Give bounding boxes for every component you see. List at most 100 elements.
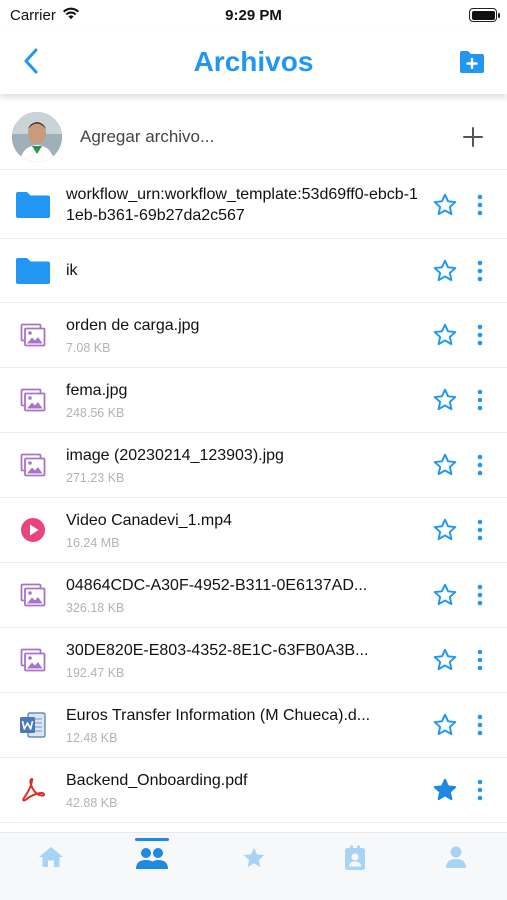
favorite-button[interactable]: [427, 187, 463, 223]
file-size: 7.08 KB: [66, 341, 111, 355]
file-size: 42.88 KB: [66, 796, 118, 810]
list-item[interactable]: Euros Transfer Information (M Chueca).d.…: [0, 693, 507, 758]
favorite-button[interactable]: [427, 382, 463, 418]
list-item[interactable]: 30DE820E-E803-4352-8E1C-63FB0A3B... 192.…: [0, 628, 507, 693]
favorite-button[interactable]: [427, 253, 463, 289]
battery-icon: [469, 8, 500, 22]
more-options-button[interactable]: [465, 382, 495, 418]
image-file-icon: [8, 583, 58, 607]
chevron-left-icon: [24, 48, 38, 74]
folder-icon: [8, 257, 58, 285]
image-file-icon: [8, 453, 58, 477]
wifi-icon: [62, 6, 80, 24]
folder-plus-icon: [460, 51, 484, 73]
file-text: Backend_Onboarding.pdf 42.88 KB: [66, 770, 421, 810]
more-vertical-icon: [477, 779, 483, 801]
more-vertical-icon: [477, 454, 483, 476]
file-text: Euros Transfer Information (M Chueca).d.…: [66, 705, 421, 745]
file-name: orden de carga.jpg: [66, 317, 200, 334]
more-vertical-icon: [477, 519, 483, 541]
more-options-button[interactable]: [465, 772, 495, 808]
add-file-button[interactable]: [453, 117, 493, 157]
star-outline-icon: [433, 388, 457, 411]
more-vertical-icon: [477, 714, 483, 736]
tab-profile[interactable]: [406, 833, 507, 900]
more-options-button[interactable]: [465, 512, 495, 548]
file-name: image (20230214_123903).jpg: [66, 447, 284, 464]
file-text: 04864CDC-A30F-4952-B311-0E6137AD... 326.…: [66, 575, 421, 615]
file-name: fema.jpg: [66, 382, 128, 399]
tab-favorites[interactable]: [203, 833, 304, 900]
file-text: Video Canadevi_1.mp4 16.24 MB: [66, 510, 421, 550]
list-item[interactable]: ik: [0, 239, 507, 303]
more-options-button[interactable]: [465, 707, 495, 743]
more-options-button[interactable]: [465, 447, 495, 483]
add-file-row[interactable]: Agregar archivo...: [0, 104, 507, 170]
list-item[interactable]: image (20230214_123903).jpg 271.23 KB: [0, 433, 507, 498]
star-outline-icon: [433, 453, 457, 476]
more-options-button[interactable]: [465, 317, 495, 353]
list-item[interactable]: orden de carga.jpg 7.08 KB: [0, 303, 507, 368]
home-icon: [38, 847, 63, 867]
star-outline-icon: [433, 648, 457, 671]
tab-home[interactable]: [0, 833, 101, 900]
more-options-button[interactable]: [465, 642, 495, 678]
list-item[interactable]: 04864CDC-A30F-4952-B311-0E6137AD... 326.…: [0, 563, 507, 628]
list-item[interactable]: workflow_urn:workflow_template:53d69ff0-…: [0, 171, 507, 239]
star-outline-icon: [433, 583, 457, 606]
file-text: 30DE820E-E803-4352-8E1C-63FB0A3B... 192.…: [66, 640, 421, 680]
tab-shared[interactable]: [101, 833, 202, 900]
word-file-icon: [8, 711, 58, 739]
video-file-icon: [8, 517, 58, 543]
more-vertical-icon: [477, 649, 483, 671]
more-options-button[interactable]: [465, 253, 495, 289]
list-item[interactable]: fema.jpg 248.56 KB: [0, 368, 507, 433]
favorite-button[interactable]: [427, 447, 463, 483]
add-file-label: Agregar archivo...: [80, 126, 215, 146]
more-vertical-icon: [477, 389, 483, 411]
star-outline-icon: [433, 518, 457, 541]
page-title: Archivos: [193, 46, 314, 77]
file-text: image (20230214_123903).jpg 271.23 KB: [66, 445, 421, 485]
more-options-button[interactable]: [465, 577, 495, 613]
more-vertical-icon: [477, 260, 483, 281]
image-file-icon: [8, 388, 58, 412]
pdf-file-icon: [8, 777, 58, 803]
favorite-button[interactable]: [427, 772, 463, 808]
file-size: 12.48 KB: [66, 731, 118, 745]
star-outline-icon: [433, 713, 457, 736]
list-item[interactable]: Video Canadevi_1.mp4 16.24 MB: [0, 498, 507, 563]
people-icon: [136, 848, 169, 869]
file-size: 16.24 MB: [66, 536, 120, 550]
favorite-button[interactable]: [427, 642, 463, 678]
person-icon: [446, 846, 467, 868]
carrier-label: Carrier: [10, 6, 56, 24]
file-text: ik: [66, 260, 421, 281]
file-size: 271.23 KB: [66, 471, 125, 485]
more-vertical-icon: [477, 584, 483, 606]
more-options-button[interactable]: [465, 187, 495, 223]
file-name: 04864CDC-A30F-4952-B311-0E6137AD...: [66, 577, 368, 594]
more-vertical-icon: [477, 324, 483, 346]
avatar: [12, 111, 62, 162]
star-outline-icon: [433, 323, 457, 346]
tab-contacts[interactable]: [304, 833, 405, 900]
new-folder-button[interactable]: [457, 47, 487, 77]
file-list: workflow_urn:workflow_template:53d69ff0-…: [0, 171, 507, 823]
file-name: Euros Transfer Information (M Chueca).d.…: [66, 707, 371, 724]
star-filled-icon: [433, 778, 457, 801]
status-left: Carrier: [10, 6, 80, 24]
file-name: 30DE820E-E803-4352-8E1C-63FB0A3B...: [66, 642, 369, 659]
favorite-button[interactable]: [427, 512, 463, 548]
folder-icon: [8, 191, 58, 219]
favorite-button[interactable]: [427, 707, 463, 743]
favorite-button[interactable]: [427, 317, 463, 353]
back-button[interactable]: [16, 46, 46, 76]
favorite-button[interactable]: [427, 577, 463, 613]
list-item[interactable]: Backend_Onboarding.pdf 42.88 KB: [0, 758, 507, 823]
file-name: Video Canadevi_1.mp4: [66, 512, 233, 529]
active-tab-indicator: [135, 838, 170, 841]
file-text: fema.jpg 248.56 KB: [66, 380, 421, 420]
contact-badge-icon: [344, 845, 365, 870]
file-name: Backend_Onboarding.pdf: [66, 772, 248, 789]
